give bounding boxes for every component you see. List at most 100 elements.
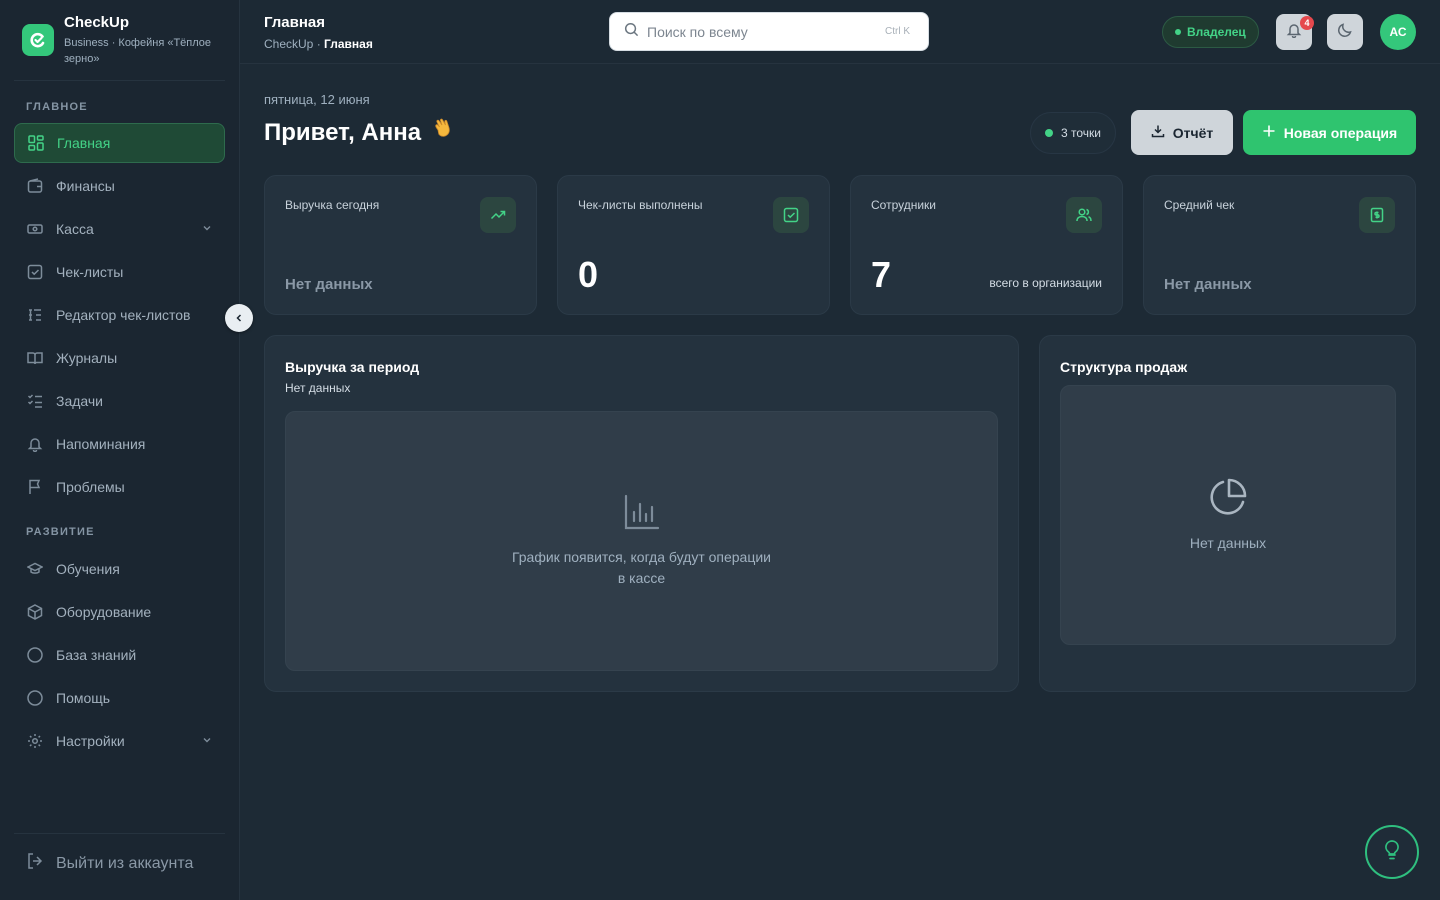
stat-label: Сотрудники bbox=[871, 198, 936, 212]
status-dot bbox=[1045, 129, 1053, 137]
sidebar-item-reminders[interactable]: Напоминания bbox=[14, 424, 225, 464]
sidebar-item-finance[interactable]: Финансы bbox=[14, 166, 225, 206]
circle-icon bbox=[26, 646, 44, 664]
tips-button[interactable] bbox=[1365, 825, 1419, 879]
brand-name: CheckUp bbox=[64, 14, 130, 31]
sidebar-item-home[interactable]: Главная bbox=[14, 123, 225, 163]
search-icon bbox=[624, 22, 639, 42]
stat-label: Средний чек bbox=[1164, 198, 1235, 212]
report-label: Отчёт bbox=[1172, 124, 1214, 141]
sidebar-item-label: Финансы bbox=[56, 178, 115, 194]
book-icon bbox=[26, 349, 44, 367]
theme-toggle-button[interactable] bbox=[1327, 14, 1363, 50]
sidebar-item-label: Чек-листы bbox=[56, 264, 124, 280]
section-label-development: РАЗВИТИЕ bbox=[26, 526, 95, 538]
panel-title: Выручка за период bbox=[285, 359, 420, 375]
stat-value: Нет данных bbox=[1164, 276, 1252, 293]
list-edit-icon bbox=[26, 306, 44, 324]
logout-button[interactable]: Выйти из аккаунта bbox=[26, 852, 193, 875]
new-operation-button[interactable]: Новая операция bbox=[1243, 110, 1416, 155]
greeting: Привет, Анна bbox=[264, 116, 457, 149]
tasks-icon bbox=[26, 392, 44, 410]
search-input[interactable] bbox=[647, 23, 867, 40]
graduation-icon bbox=[26, 560, 44, 578]
stat-value: 0 bbox=[578, 254, 599, 295]
sidebar-item-trainings[interactable]: Обучения bbox=[14, 549, 225, 589]
locations-chip[interactable]: 3 точки bbox=[1030, 112, 1116, 154]
sidebar-item-problems[interactable]: Проблемы bbox=[14, 467, 225, 507]
status-dot bbox=[1175, 29, 1181, 35]
collapse-sidebar-button[interactable] bbox=[225, 304, 253, 332]
chevron-down-icon[interactable] bbox=[201, 221, 213, 237]
waving-hand-icon bbox=[431, 116, 457, 149]
divider bbox=[14, 80, 225, 81]
download-icon bbox=[1151, 124, 1165, 141]
empty-state-line: График появится, когда будут операции bbox=[511, 549, 772, 565]
breadcrumb-root[interactable]: CheckUp · bbox=[264, 37, 324, 51]
notification-count-badge: 4 bbox=[1300, 16, 1314, 30]
role-badge[interactable]: Владелец bbox=[1162, 16, 1259, 48]
role-label: Владелец bbox=[1187, 25, 1246, 39]
chart-placeholder: Нет данных bbox=[1060, 385, 1396, 645]
sidebar-item-checklist-editor[interactable]: Редактор чек-листов bbox=[14, 295, 225, 335]
sidebar-item-label: Обучения bbox=[56, 561, 120, 577]
topbar: Главная CheckUp · Главная Ctrl K Владеле… bbox=[240, 0, 1440, 64]
brand-subtitle: Business · Кофейня «Тёплое зерно» bbox=[64, 37, 212, 65]
gear-icon bbox=[26, 732, 44, 750]
trending-up-icon bbox=[480, 197, 516, 233]
sidebar-item-checklists[interactable]: Чек-листы bbox=[14, 252, 225, 292]
wallet-icon bbox=[26, 177, 44, 195]
sidebar-item-label: Главная bbox=[57, 135, 111, 151]
sidebar-item-tasks[interactable]: Задачи bbox=[14, 381, 225, 421]
stat-card-revenue-today: Выручка сегодня Нет данных bbox=[264, 175, 537, 315]
flag-icon bbox=[26, 478, 44, 496]
stat-label: Выручка сегодня bbox=[285, 198, 380, 212]
chart-placeholder: График появится, когда будут операции в … bbox=[285, 411, 998, 671]
plus-icon bbox=[1262, 124, 1276, 141]
locations-label: 3 точки bbox=[1061, 126, 1101, 140]
sidebar-item-label: Журналы bbox=[56, 350, 118, 366]
cash-icon bbox=[26, 220, 44, 238]
sales-structure-panel: Структура продаж Нет данных bbox=[1039, 335, 1416, 692]
check-square-icon bbox=[773, 197, 809, 233]
chevron-left-icon bbox=[234, 310, 244, 326]
greeting-text: Привет, Анна bbox=[264, 118, 422, 146]
stat-note: всего в организации bbox=[989, 276, 1102, 290]
chevron-down-icon[interactable] bbox=[201, 733, 213, 749]
avatar[interactable]: АС bbox=[1380, 14, 1416, 50]
section-label-main: ГЛАВНОЕ bbox=[26, 101, 88, 113]
sidebar-item-equipment[interactable]: Оборудование bbox=[14, 592, 225, 632]
stat-value: Нет данных bbox=[285, 276, 373, 293]
sidebar-item-settings[interactable]: Настройки bbox=[14, 721, 225, 761]
logout-label: Выйти из аккаунта bbox=[56, 854, 194, 872]
brand-logo-icon bbox=[22, 24, 54, 56]
stat-value: 7 bbox=[871, 254, 892, 295]
panel-title: Структура продаж bbox=[1060, 359, 1188, 375]
bell-icon bbox=[26, 435, 44, 453]
new-operation-label: Новая операция bbox=[1283, 124, 1398, 141]
sidebar-item-journals[interactable]: Журналы bbox=[14, 338, 225, 378]
bar-chart-icon bbox=[623, 493, 661, 537]
help-circle-icon bbox=[26, 689, 44, 707]
sidebar-item-label: Помощь bbox=[56, 690, 111, 706]
sidebar-item-label: Касса bbox=[56, 221, 94, 237]
box-icon bbox=[26, 603, 44, 621]
sidebar-item-knowledge-base[interactable]: База знаний bbox=[14, 635, 225, 675]
sidebar-item-cash[interactable]: Касса bbox=[14, 209, 225, 249]
brand[interactable]: CheckUp Business · Кофейня «Тёплое зерно… bbox=[22, 14, 222, 67]
page-title: Главная bbox=[264, 14, 326, 31]
lightbulb-icon bbox=[1382, 839, 1402, 866]
breadcrumb: CheckUp · Главная bbox=[264, 37, 373, 51]
search-box[interactable]: Ctrl K bbox=[609, 12, 929, 51]
sidebar: CheckUp Business · Кофейня «Тёплое зерно… bbox=[0, 0, 240, 900]
sidebar-item-label: Напоминания bbox=[56, 436, 146, 452]
notifications-button[interactable]: 4 bbox=[1276, 14, 1314, 50]
report-button[interactable]: Отчёт bbox=[1131, 110, 1233, 155]
sidebar-item-help[interactable]: Помощь bbox=[14, 678, 225, 718]
breadcrumb-current: Главная bbox=[324, 37, 373, 51]
sidebar-item-label: Проблемы bbox=[56, 479, 125, 495]
moon-icon bbox=[1337, 22, 1353, 43]
panel-subtitle: Нет данных bbox=[285, 381, 351, 395]
stat-card-employees: Сотрудники 7 всего в организации bbox=[850, 175, 1123, 315]
sidebar-item-label: Редактор чек-листов bbox=[56, 307, 191, 323]
